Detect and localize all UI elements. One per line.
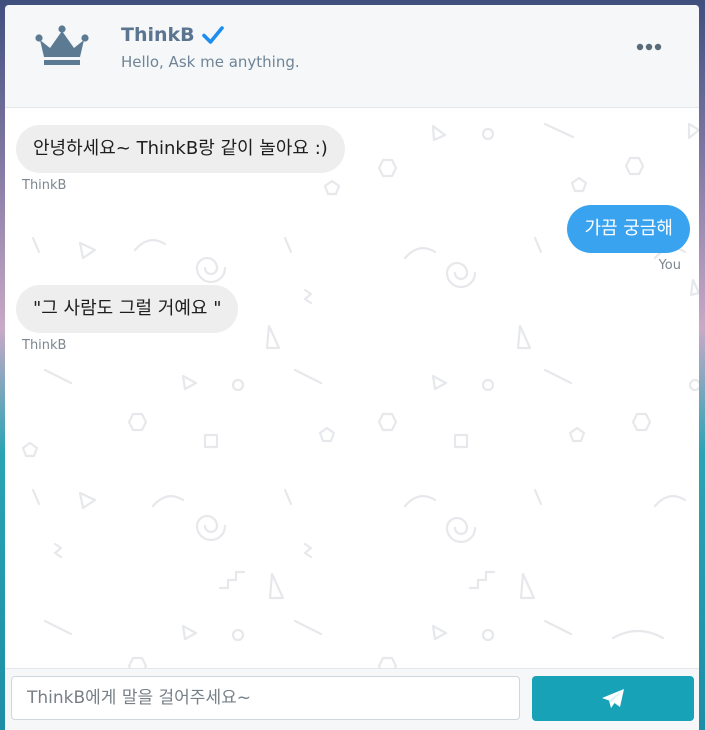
more-options-button[interactable] (629, 33, 669, 61)
bot-name: ThinkB (121, 24, 195, 46)
chat-header: ThinkB Hello, Ask me anything. (5, 5, 699, 108)
bot-message: 안녕하세요~ ThinkB랑 같이 놀아요 :) ThinkB (16, 125, 345, 193)
check-icon (201, 26, 224, 44)
message-bubble: 안녕하세요~ ThinkB랑 같이 놀아요 :) (16, 125, 345, 173)
message-list[interactable]: 안녕하세요~ ThinkB랑 같이 놀아요 :) ThinkB 가끔 궁금해 Y… (5, 108, 699, 668)
more-horizontal-icon (636, 43, 662, 51)
message-composer (5, 668, 699, 730)
sender-label: ThinkB (22, 338, 67, 353)
chat-window: ThinkB Hello, Ask me anything. 안녕하세요~ Th… (5, 5, 699, 730)
paper-plane-icon (602, 688, 624, 708)
crown-icon (35, 25, 89, 65)
title-row: ThinkB (121, 24, 224, 46)
bot-message: "그 사람도 그럴 거예요 " ThinkB (16, 285, 239, 353)
message-bubble: "그 사람도 그럴 거예요 " (16, 285, 239, 333)
message-bubble: 가끔 궁금해 (567, 205, 690, 253)
sender-label: ThinkB (22, 178, 67, 193)
send-button[interactable] (532, 676, 694, 721)
bot-subtitle: Hello, Ask me anything. (121, 53, 300, 71)
message-input[interactable] (11, 676, 520, 720)
sender-label: You (658, 258, 681, 273)
user-message: 가끔 궁금해 You (567, 205, 690, 273)
